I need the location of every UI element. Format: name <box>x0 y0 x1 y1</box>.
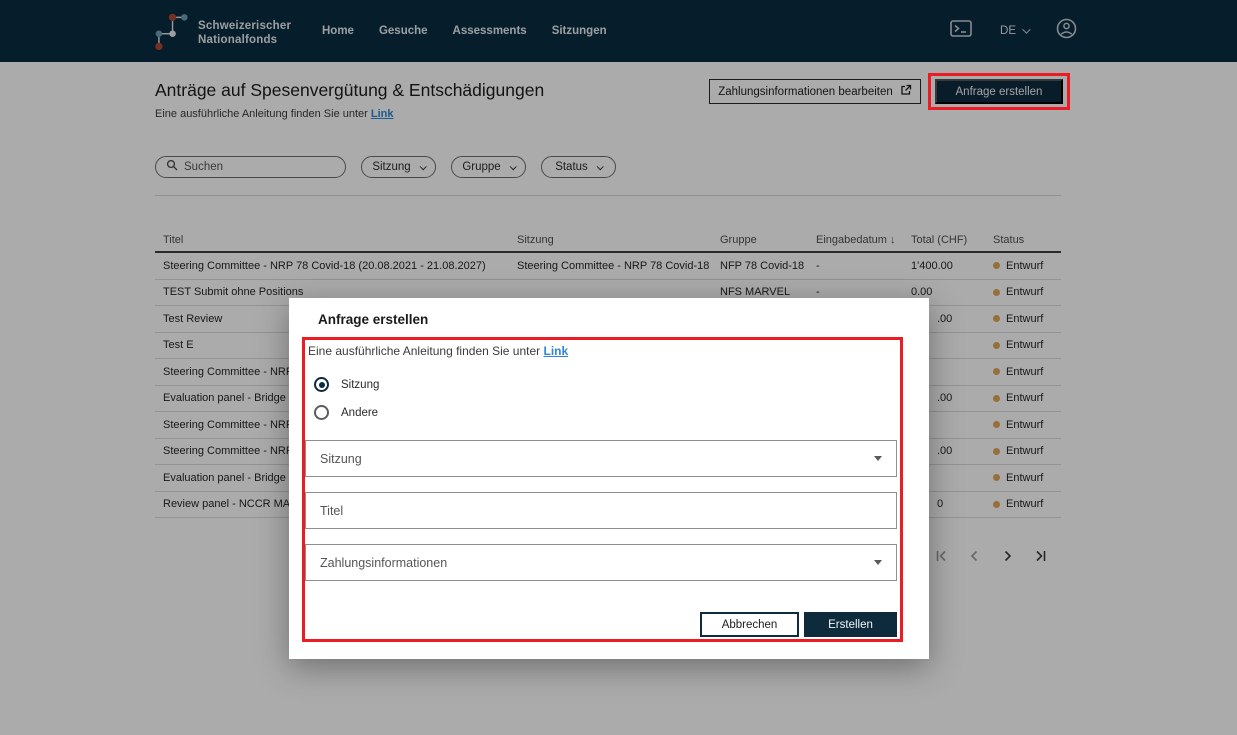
field-placeholder: Titel <box>320 504 343 518</box>
create-submit-button[interactable]: Erstellen <box>804 612 897 637</box>
radio-label: Sitzung <box>341 379 379 391</box>
request-type-radio-group: Sitzung Andere <box>314 377 379 420</box>
dialog-guide-link[interactable]: Link <box>544 344 569 358</box>
dialog-hint: Eine ausführliche Anleitung finden Sie u… <box>308 344 568 358</box>
radio-sitzung[interactable]: Sitzung <box>314 377 379 392</box>
select-sitzung[interactable]: Sitzung <box>305 440 897 477</box>
dropdown-arrow-icon <box>874 560 882 565</box>
create-request-dialog: Anfrage erstellen Eine ausführliche Anle… <box>289 298 929 659</box>
dialog-title: Anfrage erstellen <box>318 312 428 327</box>
dialog-hint-text: Eine ausführliche Anleitung finden Sie u… <box>308 344 544 358</box>
dropdown-arrow-icon <box>874 456 882 461</box>
dialog-actions: Abbrechen Erstellen <box>289 612 897 637</box>
input-titel[interactable]: Titel <box>305 492 897 529</box>
select-zahlungsinformationen[interactable]: Zahlungsinformationen <box>305 544 897 581</box>
radio-andere[interactable]: Andere <box>314 405 379 420</box>
radio-button-icon[interactable] <box>314 405 329 420</box>
app-window: Schweizerischer Nationalfonds HomeGesuch… <box>0 0 1237 735</box>
radio-label: Andere <box>341 407 378 419</box>
radio-button-icon[interactable] <box>314 377 329 392</box>
dialog-fields: Sitzung Titel Zahlungsinformationen <box>305 440 897 581</box>
cancel-button[interactable]: Abbrechen <box>700 612 799 637</box>
field-placeholder: Sitzung <box>320 452 362 466</box>
field-placeholder: Zahlungsinformationen <box>320 556 447 570</box>
